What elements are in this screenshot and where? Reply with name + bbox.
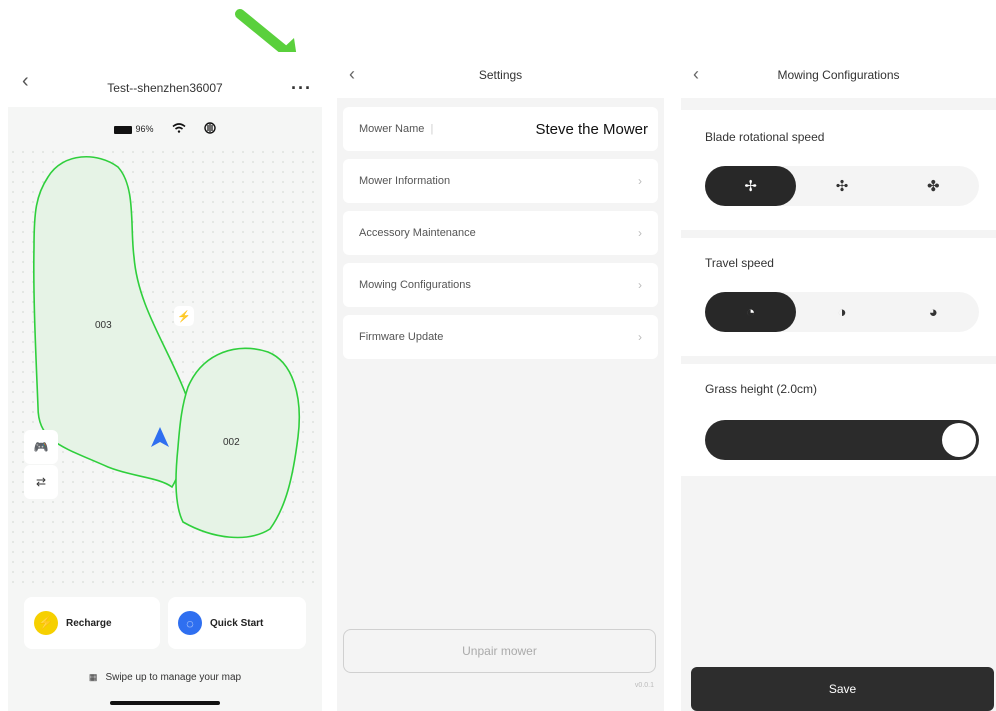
settings-header: ‹ Settings	[337, 52, 664, 98]
home-indicator	[110, 701, 220, 705]
blade-speed-low-icon[interactable]: ✢	[705, 166, 797, 206]
map-header: ‹ Test--shenzhen36007 ···	[8, 52, 322, 107]
settings-item-label: Firmware Update	[359, 331, 444, 343]
quick-start-icon: ◌	[178, 611, 202, 635]
travel-speed-section: Travel speed ◔ ◑ ◕	[681, 238, 996, 356]
gamepad-icon[interactable]: 🎮	[24, 430, 58, 464]
travel-speed-slow-icon[interactable]: ◔	[705, 292, 797, 332]
signal-icon	[203, 122, 216, 136]
blade-speed-label: Blade rotational speed	[705, 130, 825, 144]
blade-speed-high-icon[interactable]: ✤	[888, 166, 979, 206]
settings-title: Settings	[478, 68, 523, 82]
config-title: Mowing Configurations	[777, 68, 900, 82]
settings-item-mowing-configurations[interactable]: Mowing Configurations ›	[343, 263, 658, 307]
travel-speed-selector[interactable]: ◔ ◑ ◕	[705, 292, 979, 332]
lawn-map[interactable]: 003 002 ⚡	[8, 147, 322, 587]
quick-start-label: Quick Start	[210, 617, 264, 629]
swipe-hint-label: Swipe up to manage your map	[105, 672, 242, 683]
travel-speed-medium-icon[interactable]: ◑	[796, 292, 887, 332]
chevron-right-icon: ›	[638, 174, 642, 188]
battery-icon	[114, 125, 133, 134]
app-version: v0.0.1	[634, 682, 654, 689]
zone-label-003: 003	[95, 320, 112, 331]
lightning-icon: ⚡	[34, 611, 58, 635]
save-button[interactable]: Save	[691, 667, 994, 711]
status-bar: 96%	[8, 122, 322, 136]
settings-item-label: Mowing Configurations	[359, 279, 471, 291]
mowing-config-screen: ‹ Mowing Configurations Blade rotational…	[681, 52, 996, 711]
ellipsis-icon[interactable]: ···	[291, 78, 312, 99]
chevron-right-icon: ›	[638, 278, 642, 292]
zones-svg	[33, 156, 301, 539]
chevron-right-icon: ›	[638, 330, 642, 344]
settings-screen: ‹ Settings Mower Name | Steve the Mower …	[337, 52, 664, 711]
wifi-icon	[171, 123, 186, 135]
grass-height-label: Grass height (2.0cm)	[705, 382, 818, 396]
blade-speed-selector[interactable]: ✢ ✣ ✤	[705, 166, 979, 206]
settings-item-accessory-maintenance[interactable]: Accessory Maintenance ›	[343, 211, 658, 255]
mower-name-value: Steve the Mower	[535, 120, 648, 138]
settings-item-label: Accessory Maintenance	[359, 227, 476, 239]
zone-label-002: 002	[223, 437, 240, 448]
map-screen: ‹ Test--shenzhen36007 ··· 96% 003 002 ⚡ …	[8, 52, 322, 711]
settings-item-firmware-update[interactable]: Firmware Update ›	[343, 315, 658, 359]
settings-item-mower-information[interactable]: Mower Information ›	[343, 159, 658, 203]
mower-name-label: Mower Name |	[359, 123, 434, 135]
battery-status: 96%	[114, 124, 154, 134]
blade-speed-section: Blade rotational speed ✢ ✣ ✤	[681, 110, 996, 230]
device-title: Test--shenzhen36007	[107, 81, 223, 95]
quick-start-button[interactable]: ◌ Quick Start	[168, 597, 306, 649]
chevron-right-icon: ›	[638, 226, 642, 240]
recharge-button[interactable]: ⚡ Recharge	[24, 597, 160, 649]
blade-speed-medium-icon[interactable]: ✣	[796, 166, 887, 206]
settings-item-label: Mower Information	[359, 175, 451, 187]
charging-station-icon[interactable]: ⚡	[174, 306, 194, 326]
unpair-mower-button[interactable]: Unpair mower	[343, 629, 656, 673]
slider-knob[interactable]	[942, 423, 976, 457]
battery-level: 96%	[135, 124, 154, 134]
swap-icon[interactable]: ⇄	[24, 465, 58, 499]
config-header: ‹ Mowing Configurations	[681, 52, 996, 98]
mower-name-row[interactable]: Mower Name | Steve the Mower	[343, 107, 658, 151]
recharge-label: Recharge	[66, 617, 112, 629]
grass-height-section: Grass height (2.0cm)	[681, 364, 996, 476]
swipe-hint[interactable]: ▦ Swipe up to manage your map	[8, 672, 322, 683]
travel-speed-fast-icon[interactable]: ◕	[888, 292, 979, 332]
grid-icon: ▦	[88, 672, 98, 682]
travel-speed-label: Travel speed	[705, 256, 774, 270]
grass-height-slider[interactable]	[705, 420, 979, 460]
